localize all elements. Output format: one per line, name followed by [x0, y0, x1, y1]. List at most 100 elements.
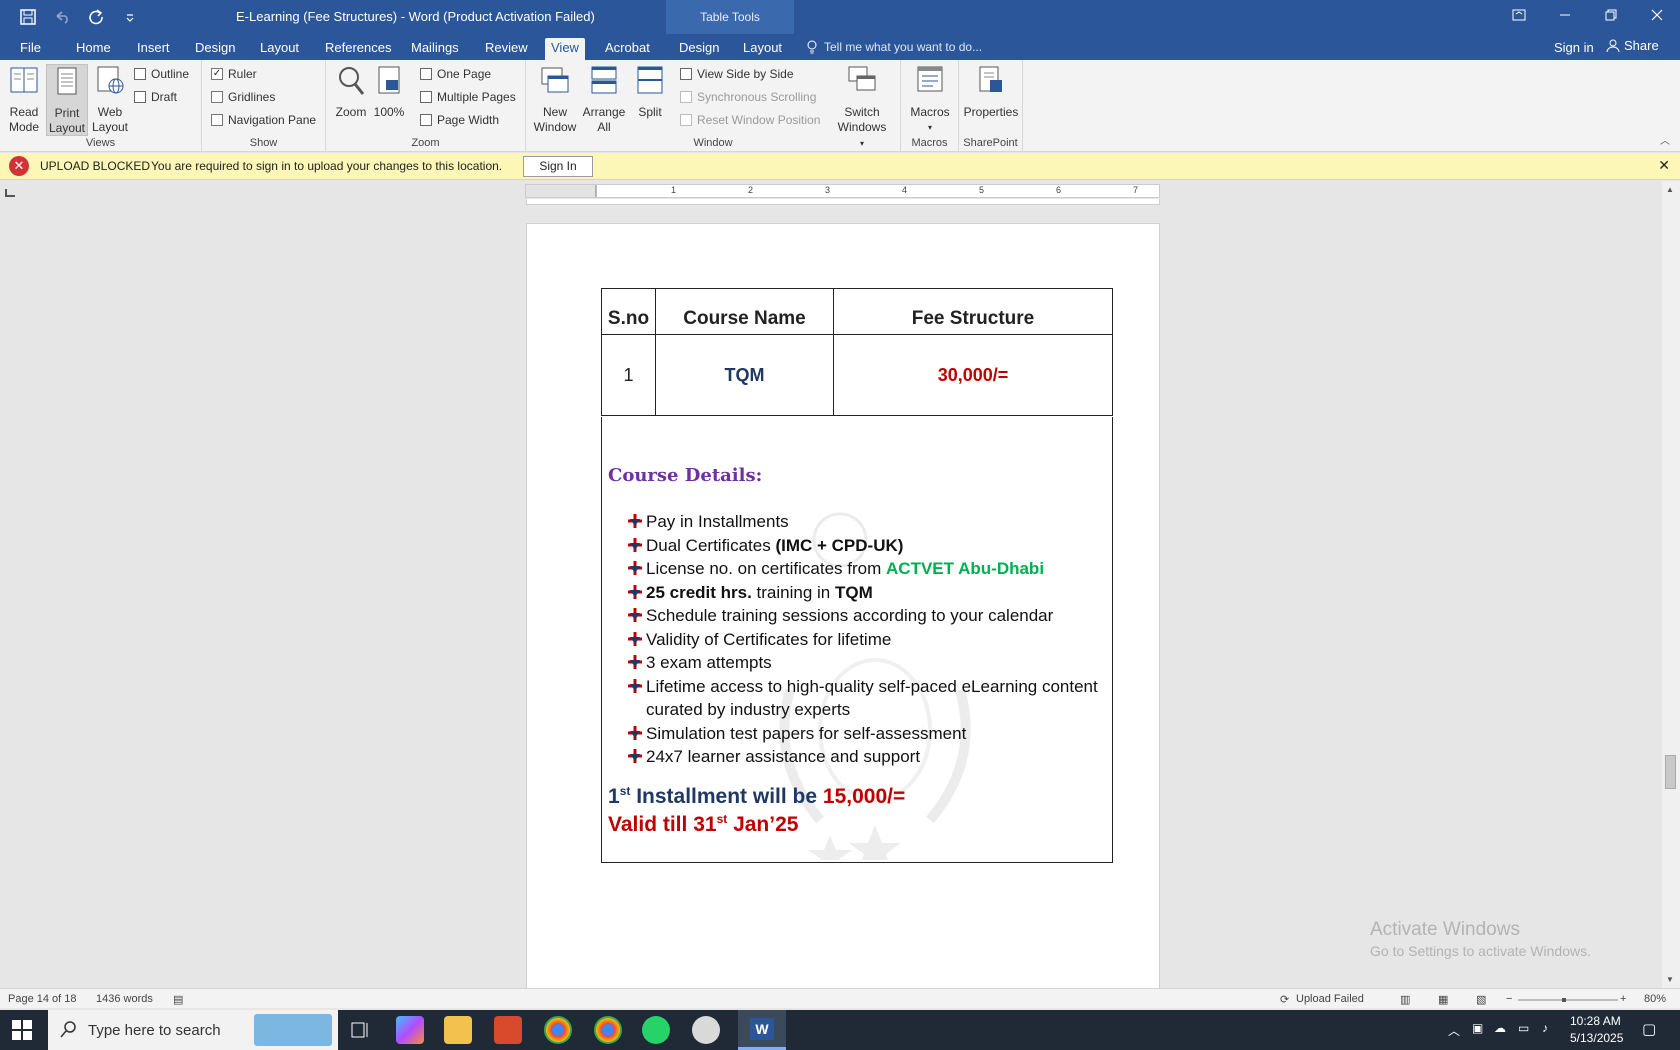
redo-icon[interactable]	[84, 6, 108, 28]
zoom-level[interactable]: 80%	[1644, 993, 1666, 1005]
sign-in-link[interactable]: Sign in	[1554, 40, 1594, 55]
share-button[interactable]: Share	[1606, 38, 1659, 53]
taskbar-search-box[interactable]: Type here to search	[48, 1010, 338, 1050]
properties-button[interactable]: Properties	[961, 64, 1021, 120]
message-close-icon[interactable]: ✕	[1658, 157, 1670, 174]
contextual-tab-title: Table Tools	[666, 0, 794, 34]
close-icon[interactable]	[1634, 0, 1680, 30]
multiple-pages-button[interactable]: Multiple Pages	[420, 90, 516, 104]
minimize-icon[interactable]	[1542, 0, 1588, 30]
macros-dropdown-icon: ▾	[927, 123, 932, 132]
macros-button[interactable]: Macros ▾	[905, 64, 955, 136]
copilot-icon[interactable]	[396, 1016, 424, 1044]
zoom-slider[interactable]	[1518, 998, 1618, 1002]
clock-date[interactable]: 5/13/2025	[1570, 1031, 1623, 1045]
draft-button[interactable]: Draft	[134, 90, 177, 104]
window-group: New Window Arrange All Split View Side b…	[526, 60, 901, 152]
list-item: Lifetime access to high-quality self-pac…	[628, 675, 1098, 722]
print-layout-view-icon[interactable]: ▦	[1438, 993, 1448, 1006]
network-icon[interactable]: ▭	[1518, 1021, 1529, 1035]
show-hidden-icons-icon[interactable]: ︿	[1448, 1022, 1460, 1039]
windows-start-icon[interactable]	[12, 1020, 32, 1040]
tab-mailings[interactable]: Mailings	[405, 38, 465, 60]
multiple-pages-label: Multiple Pages	[437, 90, 516, 104]
chrome-profile-icon[interactable]	[594, 1016, 622, 1044]
synchronous-scrolling-button[interactable]: Synchronous Scrolling	[680, 90, 816, 104]
scrollbar-thumb[interactable]	[1665, 755, 1676, 789]
ruler-num-3: 3	[825, 185, 831, 195]
zoom-out-icon[interactable]: −	[1506, 993, 1512, 1005]
outline-button[interactable]: Outline	[134, 67, 189, 81]
tab-selector-icon[interactable]	[5, 189, 15, 197]
tab-home[interactable]: Home	[70, 38, 117, 60]
read-mode-button[interactable]: Read Mode	[4, 64, 44, 136]
scroll-down-icon[interactable]: ▼	[1666, 975, 1674, 984]
tab-view[interactable]: View	[545, 38, 585, 60]
upload-status[interactable]: Upload Failed	[1296, 993, 1364, 1005]
split-button[interactable]: Split	[630, 64, 670, 120]
new-window-button[interactable]: New Window	[532, 64, 578, 136]
whatsapp-icon[interactable]	[642, 1016, 670, 1044]
clock-app-icon[interactable]	[692, 1016, 720, 1044]
tab-table-design[interactable]: Design	[673, 38, 725, 60]
undo-icon[interactable]	[50, 6, 74, 28]
page-width-button[interactable]: Page Width	[420, 113, 499, 127]
bullet-text: Pay in Installments	[646, 512, 789, 531]
tell-me-box[interactable]: Tell me what you want to do...	[806, 40, 982, 54]
save-icon[interactable]	[16, 6, 40, 28]
customize-qat-icon[interactable]	[118, 6, 142, 28]
vertical-scrollbar[interactable]: ▲ ▼	[1662, 181, 1680, 988]
read-mode-view-icon[interactable]: ▥	[1400, 993, 1410, 1006]
message-sign-in-button[interactable]: Sign In	[523, 156, 593, 177]
print-layout-button[interactable]: Print Layout	[46, 64, 88, 136]
tab-file[interactable]: File	[14, 38, 47, 60]
switch-windows-button[interactable]: Switch Windows ▾	[834, 64, 890, 148]
file-explorer-icon[interactable]	[444, 1016, 472, 1044]
chrome-icon[interactable]	[544, 1016, 572, 1044]
collapse-ribbon-icon[interactable]: ︿	[1660, 132, 1670, 147]
tab-table-layout[interactable]: Layout	[737, 38, 788, 60]
ruler-checkbox[interactable]: ✓ Ruler	[211, 67, 257, 81]
reset-window-position-button[interactable]: Reset Window Position	[680, 113, 820, 127]
tab-acrobat[interactable]: Acrobat	[599, 38, 656, 60]
tab-design[interactable]: Design	[189, 38, 241, 60]
onedrive-icon[interactable]: ☁	[1494, 1021, 1506, 1035]
zoom-in-icon[interactable]: +	[1620, 993, 1626, 1005]
zoom-100-button[interactable]: 100%	[372, 64, 406, 120]
search-highlight-image	[254, 1014, 332, 1046]
tab-references[interactable]: References	[319, 38, 397, 60]
ruler-checkmark-icon: ✓	[211, 68, 223, 80]
horizontal-ruler[interactable]: 1 2 3 4 5 6 7	[525, 184, 1160, 198]
task-view-icon[interactable]	[346, 1016, 374, 1044]
ribbon-display-options-icon[interactable]	[1496, 0, 1542, 30]
web-layout-button[interactable]: Web Layout	[90, 64, 130, 136]
window-title: E-Learning (Fee Structures) - Word (Prod…	[236, 9, 595, 24]
proofing-icon[interactable]: ▤	[173, 993, 183, 1006]
clock-time[interactable]: 10:28 AM	[1570, 1014, 1621, 1028]
tab-insert[interactable]: Insert	[131, 38, 176, 60]
restore-icon[interactable]	[1588, 0, 1634, 30]
zoom-100-icon	[378, 66, 400, 94]
tab-layout[interactable]: Layout	[254, 38, 305, 60]
app-icon[interactable]	[494, 1016, 522, 1044]
gridlines-checkbox[interactable]: Gridlines	[211, 90, 275, 104]
show-group-label: Show	[249, 137, 278, 149]
zoom-button[interactable]: Zoom	[332, 64, 370, 120]
tab-review[interactable]: Review	[479, 38, 534, 60]
one-page-icon	[420, 68, 432, 80]
notifications-icon[interactable]: ▢	[1642, 1020, 1656, 1038]
volume-icon[interactable]: ♪	[1542, 1021, 1548, 1035]
word-taskbar-button[interactable]: W	[738, 1010, 786, 1050]
draft-label: Draft	[151, 90, 178, 104]
view-side-by-side-button[interactable]: View Side by Side	[680, 67, 794, 81]
web-layout-view-icon[interactable]: ▧	[1476, 993, 1486, 1006]
bullet-text: 3 exam attempts	[646, 653, 772, 672]
navigation-pane-checkbox[interactable]: Navigation Pane	[211, 113, 316, 127]
magnifier-icon	[339, 67, 365, 95]
page-count[interactable]: Page 14 of 18	[8, 993, 77, 1005]
one-page-button[interactable]: One Page	[420, 67, 491, 81]
scroll-up-icon[interactable]: ▲	[1666, 185, 1674, 194]
word-count[interactable]: 1436 words	[96, 993, 153, 1005]
meet-now-icon[interactable]: ▣	[1472, 1021, 1483, 1035]
arrange-all-button[interactable]: Arrange All	[580, 64, 628, 136]
